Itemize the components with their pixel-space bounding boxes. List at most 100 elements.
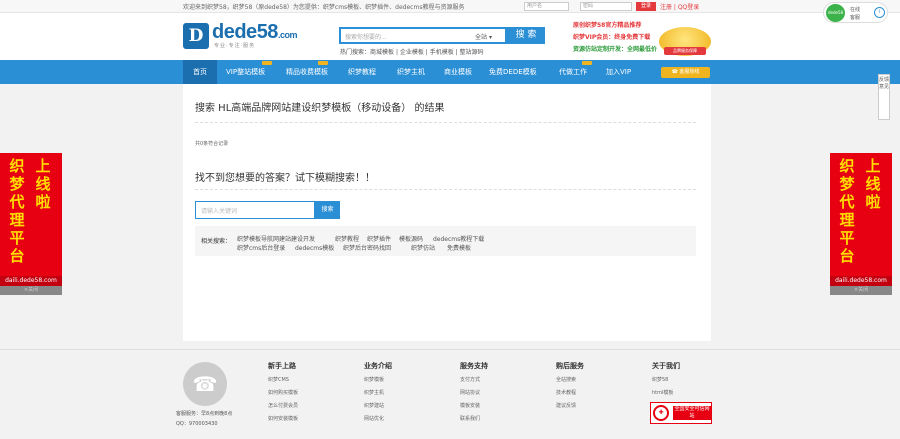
- ad-headline: 上线啦 织梦代理平台: [830, 155, 892, 267]
- search-again-input[interactable]: 请输入关键词: [195, 201, 315, 219]
- site-logo[interactable]: dede58.com: [212, 21, 297, 44]
- ad-headline: 上线啦 织梦代理平台: [0, 155, 62, 267]
- widget-line-2: 客服: [850, 15, 861, 21]
- footer-link[interactable]: 联系我们: [460, 415, 480, 422]
- search-category-label: 全站: [475, 34, 488, 41]
- search-category-select[interactable]: 全站 ▾: [475, 32, 492, 41]
- suggestion-heading: 找不到您想要的答案？试下模糊搜索！！: [195, 173, 375, 184]
- footer-link[interactable]: 如何安装模板: [268, 415, 298, 422]
- logo-icon[interactable]: D: [183, 23, 209, 49]
- footer-link[interactable]: 网站协议: [460, 389, 480, 396]
- logo-slogan: 专业·专注·服务: [214, 43, 256, 49]
- right-side-ad[interactable]: 上线啦 织梦代理平台 daili.dede58.com ×关闭: [830, 153, 892, 295]
- ad-headline-col-2: 织梦代理平台: [9, 157, 25, 265]
- footer-link[interactable]: 怎么付费会员: [268, 402, 298, 409]
- related-link[interactable]: 织梦模板导航网建站建设开发: [237, 234, 315, 243]
- top-notice: 欢迎来到织梦58，织梦58（原dede58）为您提供：织梦cms模板、织梦插件、…: [183, 4, 465, 11]
- left-side-ad[interactable]: 上线啦 织梦代理平台 daili.dede58.com ×关闭: [0, 153, 62, 295]
- footer-link[interactable]: 织梦CMS: [268, 376, 289, 383]
- footer-column-title: 新手上路: [268, 362, 296, 370]
- ad-headline-col-1: 上线啦: [35, 157, 51, 211]
- footer-link[interactable]: 支付方式: [460, 376, 480, 383]
- footer-link[interactable]: html模板: [652, 389, 673, 396]
- result-count: 共0条符合记录: [195, 141, 229, 147]
- login-button[interactable]: 登录: [636, 2, 656, 11]
- nav-item-vip-templates[interactable]: VIP整站模板: [226, 60, 265, 84]
- nav-item-commercial[interactable]: 商业模板: [444, 60, 472, 84]
- related-link[interactable]: dedecms模板: [295, 243, 334, 252]
- feedback-tool[interactable]: 反馈意见: [878, 74, 890, 120]
- nav-item-home[interactable]: 首页: [183, 60, 217, 84]
- hot-tag-icon: [318, 61, 328, 65]
- badge-label: 品牌服务保障: [664, 47, 706, 55]
- page-title: 搜索 HL高端品牌网站建设织梦模板（移动设备） 的结果: [195, 103, 445, 114]
- related-link[interactable]: 织梦教程: [335, 234, 359, 243]
- footer-link[interactable]: 全站搜索: [556, 376, 576, 383]
- logo-suffix: .com: [277, 30, 298, 40]
- related-link[interactable]: 织梦后台密码找回: [343, 243, 391, 252]
- related-link[interactable]: 免费模板: [447, 243, 471, 252]
- username-input[interactable]: 用户名: [524, 2, 569, 11]
- search-again-button[interactable]: 搜索: [315, 201, 340, 219]
- footer-link[interactable]: 织梦58: [652, 376, 668, 383]
- online-service-widget[interactable]: dede58 在线 客服 i: [823, 2, 888, 23]
- service-badge: 品牌服务保障: [659, 27, 711, 56]
- search-box[interactable]: 搜索你想要的... 全站 ▾: [339, 27, 507, 44]
- top-bar: 欢迎来到织梦58，织梦58（原dede58）为您提供：织梦cms模板、织梦插件、…: [0, 0, 900, 13]
- hot-search-label: 热门搜索: [340, 49, 365, 56]
- related-link[interactable]: 织梦仿站: [411, 243, 435, 252]
- footer-link[interactable]: 织梦模板: [364, 376, 384, 383]
- ad-url[interactable]: daili.dede58.com: [830, 276, 892, 286]
- related-label: 相关搜索：: [201, 238, 232, 245]
- hot-tag-icon: [262, 61, 272, 65]
- service-qq[interactable]: QQ：970003430: [176, 420, 218, 427]
- footer-link[interactable]: 模板安装: [460, 402, 480, 409]
- footer-column-title: 购后服务: [556, 362, 584, 370]
- related-link[interactable]: 织梦插件: [367, 234, 391, 243]
- footer-column-title: 服务支持: [460, 362, 488, 370]
- seal-label: 全国安全可信网站: [673, 406, 711, 420]
- footer-column-title: 关于我们: [652, 362, 680, 370]
- hot-search-words[interactable]: 商城模板 | 企业模板 | 手机模板 | 整站源码: [370, 49, 484, 56]
- footer-link[interactable]: 织梦建站: [364, 402, 384, 409]
- promo-line-1[interactable]: 原创织梦58官方精品推荐: [573, 20, 641, 29]
- hotline-button[interactable]: ☎ 客服热线: [661, 67, 710, 78]
- search-again-placeholder: 请输入关键词: [201, 208, 238, 215]
- ad-url[interactable]: daili.dede58.com: [0, 276, 62, 286]
- logo-number: 58: [256, 21, 279, 43]
- footer-link[interactable]: 如何购买模板: [268, 389, 298, 396]
- register-link[interactable]: 注册 | QQ登录: [660, 2, 699, 11]
- search-input[interactable]: 搜索你想要的...: [345, 32, 387, 41]
- related-link[interactable]: 织梦cms后台登录: [237, 243, 285, 252]
- ad-close-button[interactable]: ×关闭: [0, 286, 62, 295]
- related-searches: 相关搜索： 织梦模板导航网建站建设开发 织梦教程 织梦插件 模板源码 dedec…: [195, 226, 696, 256]
- nav-item-tutorials[interactable]: 织梦教程: [348, 60, 376, 84]
- trusted-site-seal[interactable]: ✚ 全国安全可信网站: [650, 402, 712, 424]
- footer-link[interactable]: 网站优化: [364, 415, 384, 422]
- divider: [195, 122, 696, 123]
- phone-icon: ☎: [183, 362, 227, 406]
- footer-column-title: 业务介绍: [364, 362, 392, 370]
- promo-line-3[interactable]: 资源仿站定制开发：全网最低价: [573, 44, 657, 53]
- site-footer: [0, 349, 900, 439]
- related-link[interactable]: 模板源码: [399, 234, 423, 243]
- ad-headline-col-1: 上线啦: [865, 157, 881, 211]
- promo-line-2[interactable]: 织梦VIP会员：终身免费下载: [573, 32, 650, 41]
- password-input[interactable]: 密码: [580, 2, 632, 11]
- shield-icon: ✚: [653, 405, 669, 421]
- search-button[interactable]: 搜 索: [507, 27, 545, 44]
- footer-link[interactable]: 建议反馈: [556, 402, 576, 409]
- hot-tag-icon: [582, 61, 592, 65]
- info-icon[interactable]: i: [874, 7, 885, 18]
- related-link[interactable]: dedecms教程下载: [433, 234, 484, 243]
- ad-close-button[interactable]: ×关闭: [830, 286, 892, 295]
- service-ball-icon[interactable]: dede58: [826, 4, 845, 22]
- nav-item-free-templates[interactable]: 免费DEDE模板: [489, 60, 537, 84]
- widget-line-1: 在线: [850, 7, 861, 13]
- logo-name: dede: [212, 21, 257, 43]
- main-nav: 首页 VIP整站模板 精品收费模板 织梦教程 织梦主机 商业模板 免费DEDE模…: [0, 60, 900, 84]
- nav-item-join-vip[interactable]: 加入VIP: [606, 60, 631, 84]
- footer-link[interactable]: 技术教程: [556, 389, 576, 396]
- footer-link[interactable]: 织梦主机: [364, 389, 384, 396]
- nav-item-hosting[interactable]: 织梦主机: [397, 60, 425, 84]
